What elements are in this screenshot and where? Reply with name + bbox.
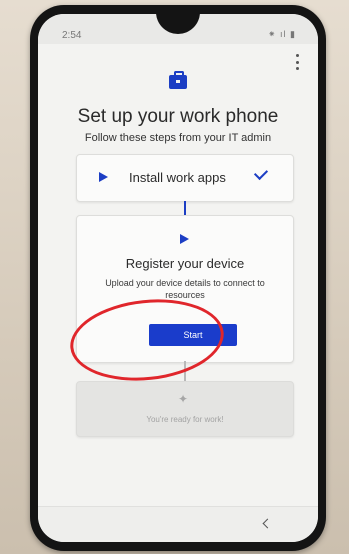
step-install-apps-label: Install work apps xyxy=(129,170,226,185)
step-ready-label: You're ready for work! xyxy=(146,415,224,424)
step-register-heading: Register your device xyxy=(125,256,245,271)
phone-frame: 2:54 ⁕ ıl ▮ Set up your work phone Follo… xyxy=(30,5,326,551)
step-install-apps: Install work apps xyxy=(76,154,294,202)
party-popper-icon: ✦ xyxy=(178,392,189,406)
navigation-bar xyxy=(38,506,318,542)
status-icons: ⁕ ıl ▮ xyxy=(268,29,296,39)
step-connector xyxy=(184,201,186,215)
step-register-description: Upload your device details to connect to… xyxy=(105,278,265,300)
more-options-icon[interactable] xyxy=(294,54,300,70)
step-ready: ✦ You're ready for work! xyxy=(76,381,294,437)
checkmark-icon xyxy=(253,165,269,181)
briefcase-icon xyxy=(169,71,187,89)
play-icon xyxy=(99,172,108,182)
phone-screen: 2:54 ⁕ ıl ▮ Set up your work phone Follo… xyxy=(38,14,318,542)
status-time: 2:54 xyxy=(62,30,82,41)
page-subtitle: Follow these steps from your IT admin xyxy=(84,132,272,144)
play-icon xyxy=(180,234,189,244)
page-title: Set up your work phone xyxy=(77,106,279,127)
